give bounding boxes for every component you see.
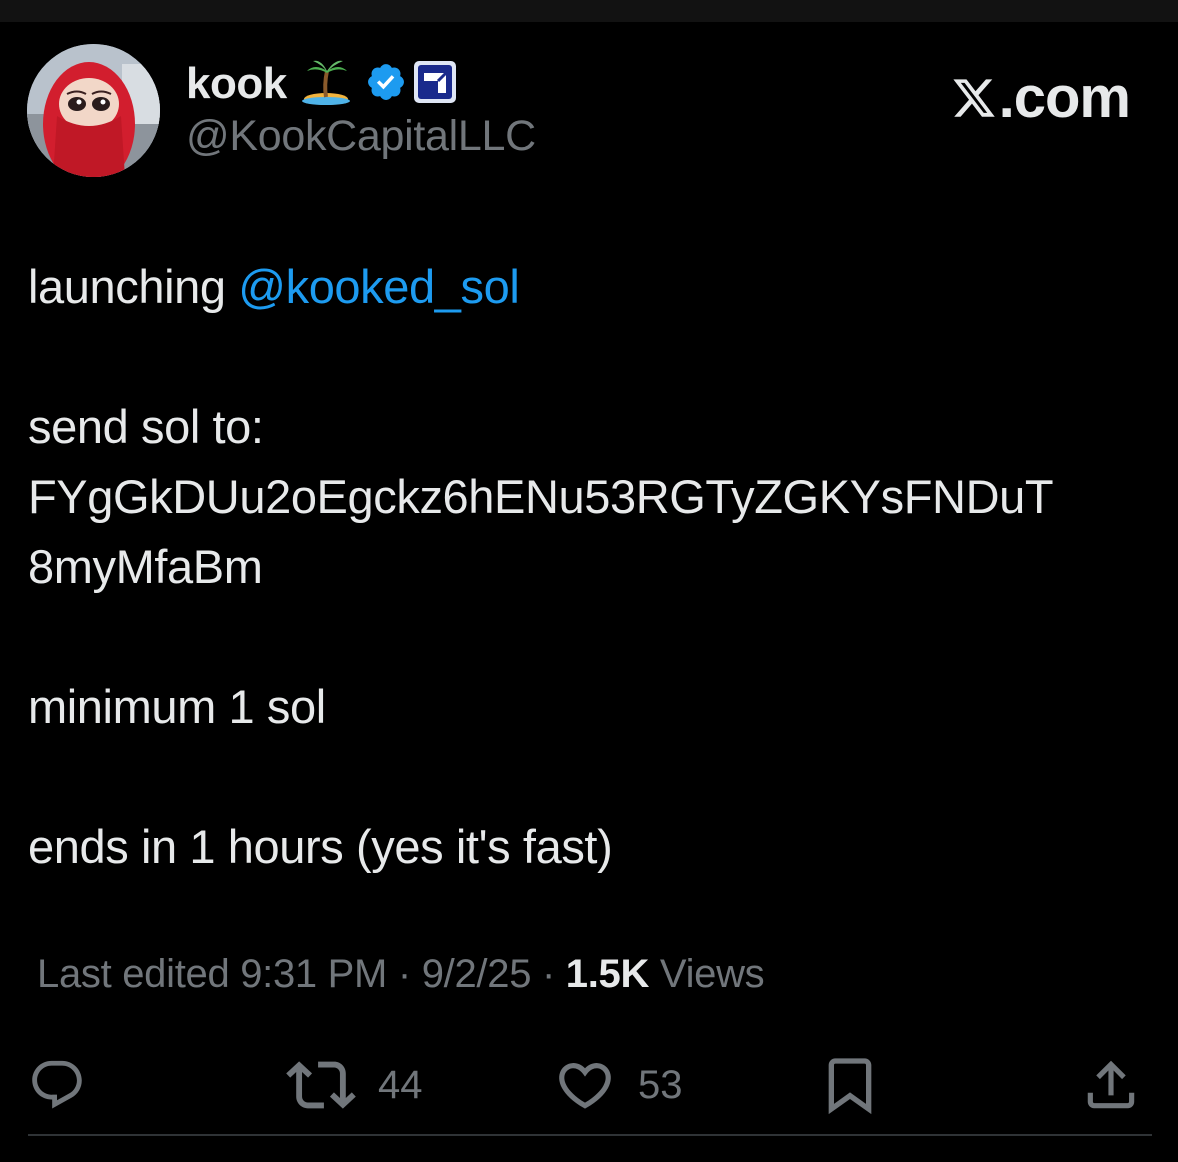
reply-icon xyxy=(32,1060,82,1109)
retweet-icon xyxy=(286,1061,356,1109)
display-name[interactable]: kook xyxy=(186,59,287,109)
bookmark-icon xyxy=(828,1058,872,1115)
heart-icon xyxy=(559,1063,611,1109)
like-button[interactable]: 53 xyxy=(554,1050,683,1120)
share-button[interactable] xyxy=(1080,1050,1142,1120)
action-bar: 44 53 xyxy=(0,1050,1178,1120)
site-logo: .com xyxy=(951,64,1131,131)
tweet-meta: Last edited 9:31 PM · 9/2/25 · 1.5K View… xyxy=(37,952,765,997)
tweet-text-segment: launching xyxy=(28,260,239,313)
bookmark-button[interactable] xyxy=(818,1050,882,1120)
tweet-text: launching @kooked_sol send sol to: FYgGk… xyxy=(28,252,1138,882)
like-count: 53 xyxy=(638,1062,683,1107)
tweet-line: FYgGkDUu2oEgckz6hENu53RGTyZGKYsFNDuT xyxy=(28,470,1054,523)
top-strip xyxy=(0,0,1178,22)
divider xyxy=(28,1134,1152,1136)
reply-button[interactable] xyxy=(28,1050,86,1120)
x-logo-icon xyxy=(953,78,995,117)
share-icon xyxy=(1087,1060,1135,1109)
retweet-count: 44 xyxy=(378,1062,423,1107)
mention-link[interactable]: @kooked_sol xyxy=(238,260,519,313)
views-label: Views xyxy=(649,952,765,996)
tweet-line: ends in 1 hours (yes it's fast) xyxy=(28,820,613,873)
site-logo-text: .com xyxy=(998,65,1131,130)
tweet-line: launching @kooked_sol xyxy=(28,252,1138,322)
affiliate-badge-icon[interactable] xyxy=(413,60,457,109)
avatar-image xyxy=(27,44,160,177)
tweet-line: minimum 1 sol xyxy=(28,680,326,733)
avatar[interactable] xyxy=(27,44,160,177)
verified-badge-icon[interactable] xyxy=(365,61,407,108)
user-handle[interactable]: @KookCapitalLLC xyxy=(186,112,536,161)
tweet-line: send sol to: xyxy=(28,400,264,453)
views-count: 1.5K xyxy=(565,952,650,996)
desert-island-icon xyxy=(301,57,351,112)
edited-timestamp[interactable]: Last edited 9:31 PM · 9/2/25 · xyxy=(37,952,566,996)
display-name-row: kook xyxy=(186,56,457,112)
tweet-line: 8myMfaBm xyxy=(28,540,263,593)
retweet-button[interactable]: 44 xyxy=(286,1050,423,1120)
